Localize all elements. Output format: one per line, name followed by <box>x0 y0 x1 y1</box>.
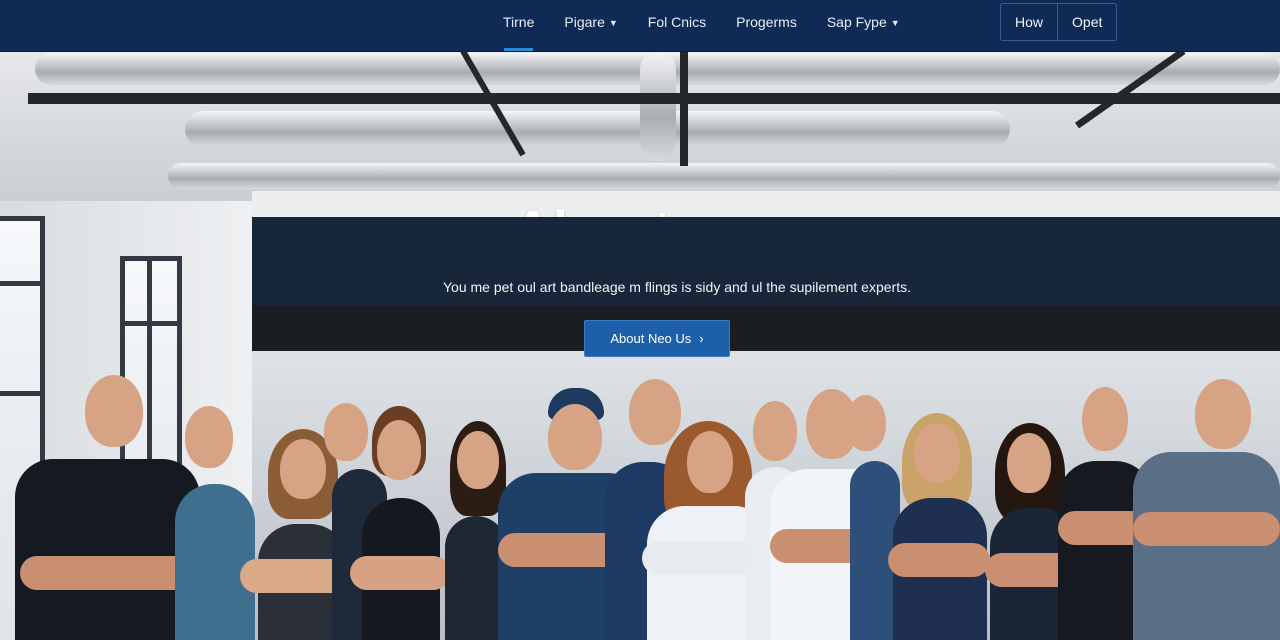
nav-link-label: Sap Fype <box>826 14 887 30</box>
about-us-button[interactable]: About Neo Us › <box>584 320 730 357</box>
chevron-down-icon: ▼ <box>890 18 900 28</box>
nav-links: Tirne Pigare ▼ Fol Cnics Progerms Sap Fyp… <box>490 0 917 51</box>
duct-pipe <box>640 51 676 161</box>
team-member <box>1133 377 1280 640</box>
nav-link-sap-fype[interactable]: Sap Fype ▼ <box>814 0 913 51</box>
how-button[interactable]: How <box>1001 4 1057 40</box>
duct-pipe <box>185 111 1010 147</box>
ceiling-beam <box>680 51 688 166</box>
team-member <box>888 413 990 640</box>
nav-link-label: Pigare <box>564 14 605 30</box>
nav-link-pigare[interactable]: Pigare ▼ <box>551 0 630 51</box>
chevron-down-icon: ▼ <box>608 18 618 28</box>
opet-button[interactable]: Opet <box>1057 4 1116 40</box>
nav-link-label: Tirne <box>503 14 535 30</box>
nav-button-group: How Opet <box>1000 3 1118 41</box>
nav-link-label: Progerms <box>736 14 797 30</box>
nav-link-fol-cnics[interactable]: Fol Cnics <box>635 0 719 51</box>
nav-link-progerms[interactable]: Progerms <box>723 0 810 51</box>
top-navbar: Tirne Pigare ▼ Fol Cnics Progerms Sap Fyp… <box>0 0 1280 52</box>
cta-label: About Neo Us <box>610 331 692 346</box>
nav-link-label: Fol Cnics <box>647 14 707 30</box>
ceiling-beam <box>28 93 1280 104</box>
hero-subtitle: You me pet oul art bandleage m flings is… <box>443 279 911 295</box>
nav-link-tirne[interactable]: Tirne <box>490 0 547 51</box>
chevron-right-icon: › <box>699 331 704 346</box>
duct-pipe <box>168 163 1280 189</box>
